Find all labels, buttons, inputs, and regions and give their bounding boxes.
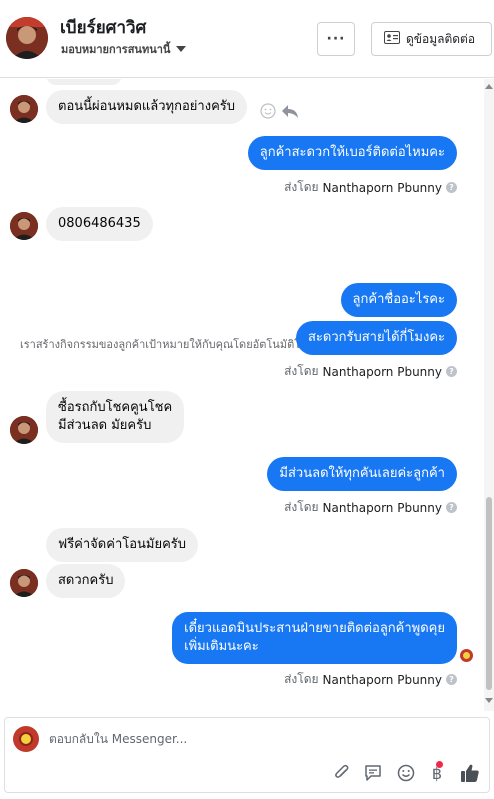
sent-by-prefix: ส่งโดย [284, 672, 319, 686]
incoming-message: ฟรีค่าจัดค่าโอนมัยครับ [46, 528, 199, 562]
outgoing-message: ลูกค้าชื่ออะไรคะ [340, 283, 457, 317]
help-icon[interactable]: ? [446, 366, 457, 377]
message-thread: ตอนนี้ผ่อนหมดแล้วทุกอย่างครับ ลูกค้าสะดว… [0, 79, 494, 711]
sent-by-name: Nanthaporn Pbunny [322, 180, 442, 195]
sent-by-label: ส่งโดย Nanthaporn Pbunny ? [284, 362, 457, 381]
message-line: มีส่วนลด มัยครับ [58, 418, 152, 433]
scroll-down-arrow-icon[interactable] [485, 698, 493, 703]
incoming-message: ตอนนี้ผ่อนหมดแล้วทุกอย่างครับ [46, 90, 248, 124]
caret-down-icon [176, 46, 187, 52]
help-icon[interactable]: ? [446, 182, 457, 193]
conversation-header: เบียร์ยศาวิศ มอบหมายการสนทนานี้ ··· ดูข้… [0, 0, 494, 78]
scrollbar-thumb[interactable] [486, 497, 492, 690]
page-avatar [13, 726, 39, 752]
smile-icon[interactable] [260, 103, 276, 123]
customer-name: เบียร์ยศาวิศ [60, 18, 147, 38]
sent-by-label: ส่งโดย Nanthaporn Pbunny ? [284, 178, 457, 197]
outgoing-message: ลูกค้าสะดวกให้เบอร์ติดต่อไหมคะ [247, 136, 457, 170]
contact-card-icon [384, 31, 400, 47]
view-contact-button[interactable]: ดูข้อมูลติดต่อ [371, 22, 492, 56]
view-contact-label: ดูข้อมูลติดต่อ [406, 31, 476, 46]
customer-avatar[interactable] [6, 17, 48, 59]
message-bubble-clipped [46, 79, 122, 85]
message-line: เดี๋ยวแอดมินประสานฝ่ายขายติดต่อลูกค้าพูด… [184, 621, 445, 636]
sent-by-prefix: ส่งโดย [284, 180, 319, 194]
incoming-message: 0806486435 [46, 207, 153, 241]
customer-avatar-small [10, 212, 38, 240]
notification-dot [436, 760, 444, 768]
outgoing-message: สะดวกรับสายได้กี่โมงคะ [295, 321, 457, 355]
assign-conversation[interactable]: มอบหมายการสนทนานี้ [61, 40, 187, 58]
sent-by-name: Nanthaporn Pbunny [322, 500, 442, 515]
message-line: ซื้อรถกับโชคคูนโชค [58, 400, 173, 415]
saved-reply-icon[interactable] [362, 762, 384, 784]
more-options-button[interactable]: ··· [317, 22, 355, 56]
help-icon[interactable]: ? [446, 674, 457, 685]
payment-icon[interactable]: ฿ [426, 760, 448, 784]
reply-input[interactable] [49, 732, 449, 746]
customer-avatar-small [10, 416, 38, 444]
like-icon[interactable] [459, 762, 481, 784]
sent-by-name: Nanthaporn Pbunny [322, 672, 442, 687]
help-icon[interactable]: ? [446, 502, 457, 513]
sent-by-label: ส่งโดย Nanthaporn Pbunny ? [284, 498, 457, 517]
sent-by-prefix: ส่งโดย [284, 500, 319, 514]
outgoing-message: เดี๋ยวแอดมินประสานฝ่ายขายติดต่อลูกค้าพูด… [172, 612, 457, 664]
customer-avatar-small [10, 569, 38, 597]
assign-label: มอบหมายการสนทนานี้ [61, 43, 171, 56]
seen-avatar-icon [460, 649, 473, 662]
sent-by-name: Nanthaporn Pbunny [322, 364, 442, 379]
scroll-up-arrow-icon[interactable] [485, 84, 493, 89]
sent-by-label: ส่งโดย Nanthaporn Pbunny ? [284, 670, 457, 689]
emoji-icon[interactable] [395, 762, 417, 784]
incoming-message: ซื้อรถกับโชคคูนโชค มีส่วนลด มัยครับ [46, 391, 185, 443]
incoming-message: สดวกครับ [46, 564, 126, 598]
customer-avatar-small [10, 95, 38, 123]
sent-by-prefix: ส่งโดย [284, 364, 319, 378]
reply-composer: ฿ [4, 717, 490, 793]
reply-icon[interactable] [281, 104, 299, 123]
outgoing-message: มีส่วนลดให้ทุกคันเลยค่ะลูกค้า [267, 457, 457, 491]
attach-icon[interactable] [331, 762, 353, 784]
message-line: เพิ่มเติมนะคะ [184, 639, 259, 654]
